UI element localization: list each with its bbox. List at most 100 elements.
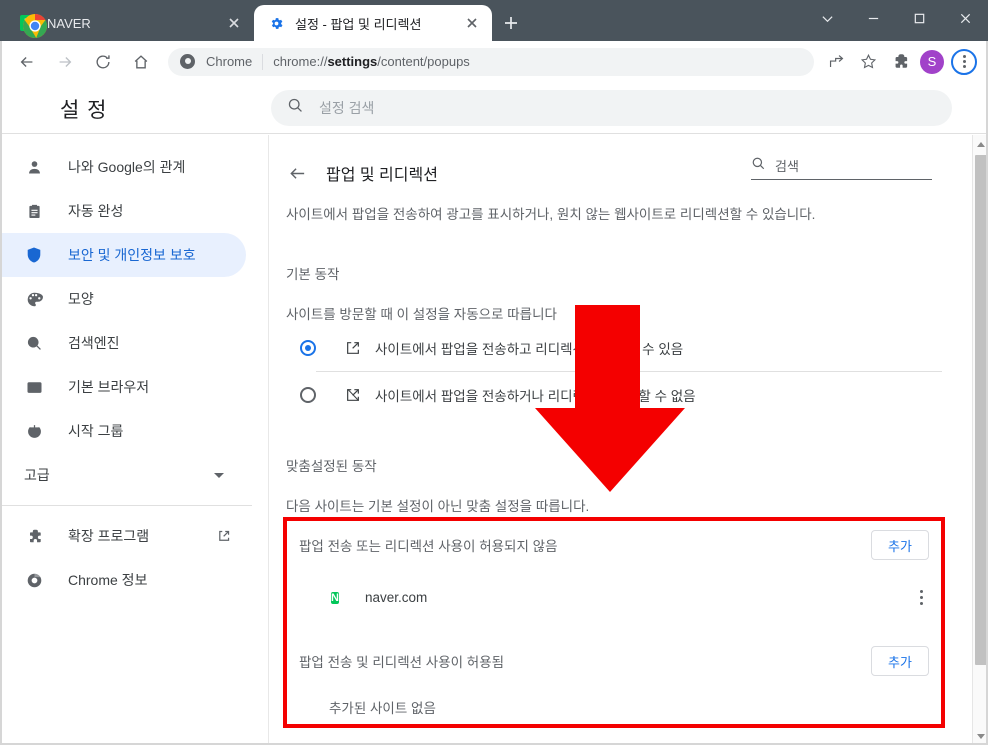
- settings-gear-favicon: [268, 15, 284, 31]
- tab-title: NAVER: [47, 15, 91, 31]
- exception-group-blocked-header: 팝업 전송 또는 리디렉션 사용이 허용되지 않음 추가: [283, 523, 945, 567]
- default-behavior-subtext: 사이트를 방문할 때 이 설정을 자동으로 따릅니다: [286, 307, 557, 322]
- add-button-allowed[interactable]: 추가: [871, 646, 929, 676]
- radio-button[interactable]: [300, 340, 316, 356]
- clipboard-icon: [24, 201, 44, 221]
- search-icon: [287, 97, 305, 119]
- sidebar-item-privacy-security[interactable]: 보안 및 개인정보 보호: [0, 233, 246, 277]
- reload-icon[interactable]: [88, 47, 118, 77]
- share-icon[interactable]: [822, 48, 850, 76]
- window-controls: [804, 0, 988, 41]
- sidebar-item-extensions[interactable]: 확장 프로그램: [0, 514, 246, 558]
- sidebar-item-appearance[interactable]: 모양: [0, 277, 246, 321]
- custom-behavior-heading: 맞춤설정된 동작: [286, 459, 377, 474]
- radio-option-allow[interactable]: 사이트에서 팝업을 전송하고 리디렉션을 사용할 수 있음: [286, 325, 942, 371]
- omnibox-url: chrome://settings/content/popups: [273, 54, 470, 69]
- tab-search-icon[interactable]: [804, 0, 850, 36]
- chrome-logo-icon: [22, 13, 48, 39]
- chrome-icon: [180, 53, 196, 70]
- exception-group-allowed-header: 팝업 전송 및 리디렉션 사용이 허용됨 추가: [283, 639, 945, 683]
- maximize-icon[interactable]: [896, 0, 942, 36]
- table-row[interactable]: N naver.com: [283, 575, 945, 619]
- sidebar-item-label: 기본 브라우저: [68, 379, 150, 395]
- chrome-icon: [24, 570, 44, 590]
- sidebar-advanced-label: 고급: [24, 467, 50, 483]
- page-title: 설 정: [60, 99, 108, 122]
- profile-initial: S: [920, 49, 944, 74]
- sidebar-item-label: 검색엔진: [68, 335, 120, 351]
- sidebar-item-label: Chrome 정보: [68, 572, 148, 588]
- popup-allow-icon: [344, 339, 362, 357]
- sidebar-item-about-chrome[interactable]: Chrome 정보: [0, 558, 246, 602]
- default-behavior-heading: 기본 동작: [286, 267, 340, 282]
- sidebar-item-on-startup[interactable]: 시작 그룹: [0, 409, 246, 453]
- radio-option-block[interactable]: 사이트에서 팝업을 전송하거나 리디렉션을 사용할 수 없음: [286, 372, 942, 418]
- sidebar-item-label: 나와 Google의 관계: [68, 159, 186, 175]
- extensions-puzzle-icon[interactable]: [886, 48, 914, 76]
- palette-icon: [24, 289, 44, 309]
- browser-toolbar: Chrome chrome://settings/content/popups …: [0, 41, 988, 82]
- kebab-icon: [962, 55, 966, 68]
- home-icon[interactable]: [126, 47, 156, 77]
- empty-state-row: 추가된 사이트 없음: [283, 687, 945, 727]
- person-icon: [24, 157, 44, 177]
- exception-group-label: 팝업 전송 및 리디렉션 사용이 허용됨: [299, 655, 505, 670]
- sidebar-item-search-engine[interactable]: 검색엔진: [0, 321, 246, 365]
- tab-title: 설정 - 팝업 및 리디렉션: [295, 16, 422, 32]
- chrome-menu-button[interactable]: [950, 48, 978, 76]
- content-search-input[interactable]: 검색: [751, 152, 932, 180]
- omnibox-divider: [262, 53, 264, 70]
- minimize-icon[interactable]: [850, 0, 896, 36]
- radio-option-label: 사이트에서 팝업을 전송하거나 리디렉션을 사용할 수 없음: [375, 389, 696, 404]
- site-name: naver.com: [365, 589, 428, 605]
- bookmark-star-icon[interactable]: [854, 48, 882, 76]
- omnibox-scheme: Chrome: [206, 54, 253, 69]
- sidebar-item-label: 모양: [68, 291, 94, 307]
- settings-content: 팝업 및 리디렉션 검색 사이트에서 팝업을 전송하여 광고를 표시하거나, 원…: [270, 135, 958, 745]
- sidebar-divider: [0, 505, 252, 506]
- avatar[interactable]: S: [918, 48, 946, 76]
- sidebar-item-label: 확장 프로그램: [68, 528, 150, 544]
- sidebar-item-label: 자동 완성: [68, 203, 124, 219]
- page-description: 사이트에서 팝업을 전송하여 광고를 표시하거나, 원치 않는 웹사이트로 리디…: [286, 207, 816, 222]
- sidebar-item-autofill[interactable]: 자동 완성: [0, 189, 246, 233]
- new-tab-button[interactable]: [497, 9, 525, 37]
- search-icon: [24, 333, 44, 353]
- window-left-border: [0, 41, 2, 745]
- close-icon[interactable]: [460, 11, 484, 35]
- browser-window-icon: [24, 377, 44, 397]
- exception-group-label: 팝업 전송 또는 리디렉션 사용이 허용되지 않음: [299, 539, 558, 554]
- more-options-icon[interactable]: [920, 589, 923, 605]
- forward-icon[interactable]: [50, 47, 80, 77]
- puzzle-icon: [24, 526, 44, 546]
- sidebar-item-default-browser[interactable]: 기본 브라우저: [0, 365, 246, 409]
- tab-settings[interactable]: 설정 - 팝업 및 리디렉션: [254, 5, 492, 41]
- content-title: 팝업 및 리디렉션: [326, 167, 438, 184]
- open-external-icon[interactable]: [216, 528, 232, 544]
- shield-icon: [24, 245, 44, 265]
- sidebar-item-you-and-google[interactable]: 나와 Google의 관계: [0, 145, 246, 189]
- content-search-placeholder: 검색: [775, 159, 799, 174]
- back-icon[interactable]: [12, 47, 42, 77]
- custom-behavior-subtext: 다음 사이트는 기본 설정이 아닌 맞춤 설정을 따릅니다.: [286, 499, 590, 514]
- radio-button[interactable]: [300, 387, 316, 403]
- sidebar-item-label: 보안 및 개인정보 보호: [68, 247, 196, 263]
- browser-window: N NAVER 설정 - 팝업 및 리디렉션: [0, 0, 988, 745]
- power-icon: [24, 421, 44, 441]
- empty-state-label: 추가된 사이트 없음: [329, 701, 436, 716]
- settings-search-input[interactable]: 설정 검색: [271, 90, 952, 126]
- close-icon[interactable]: [222, 11, 246, 35]
- add-button-blocked[interactable]: 추가: [871, 530, 929, 560]
- sidebar-item-label: 시작 그룹: [68, 423, 124, 439]
- settings-search-placeholder: 설정 검색: [319, 100, 375, 116]
- tab-strip: N NAVER 설정 - 팝업 및 리디렉션: [0, 0, 988, 41]
- naver-favicon: N: [331, 592, 339, 604]
- chevron-down-icon: [214, 472, 224, 478]
- sidebar-advanced-toggle[interactable]: 고급: [0, 453, 246, 497]
- close-icon[interactable]: [942, 0, 988, 36]
- radio-option-label: 사이트에서 팝업을 전송하고 리디렉션을 사용할 수 있음: [375, 342, 684, 357]
- address-bar[interactable]: Chrome chrome://settings/content/popups: [168, 47, 814, 76]
- search-icon: [751, 156, 767, 176]
- popup-block-icon: [344, 386, 362, 404]
- back-arrow-icon[interactable]: [284, 160, 310, 186]
